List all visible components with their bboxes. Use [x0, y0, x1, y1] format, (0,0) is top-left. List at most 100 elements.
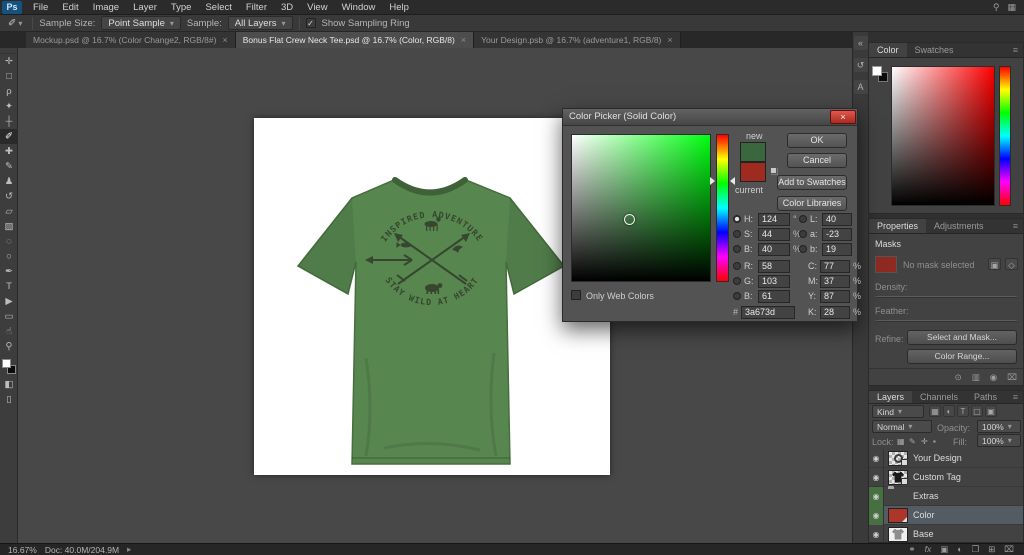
h-radio[interactable]: [733, 215, 741, 223]
color-field[interactable]: [571, 134, 711, 282]
color-field-cursor[interactable]: [624, 214, 635, 225]
add-vector-mask-icon[interactable]: ◇: [1005, 258, 1018, 270]
k-input[interactable]: [820, 305, 850, 319]
quick-selection-tool[interactable]: ✦: [0, 99, 18, 114]
lasso-tool[interactable]: ρ: [0, 84, 18, 99]
a-input[interactable]: [822, 227, 852, 241]
b-radio[interactable]: [733, 245, 741, 253]
h-input[interactable]: [758, 212, 790, 226]
layer-filter-kind-dropdown[interactable]: Kind ▾: [872, 405, 924, 418]
eraser-tool[interactable]: ▱: [0, 204, 18, 219]
blend-mode-dropdown[interactable]: Normal ▾: [872, 420, 932, 433]
panel-menu-icon[interactable]: ≡: [1013, 391, 1023, 403]
menu-file[interactable]: File: [26, 0, 55, 15]
menu-help[interactable]: Help: [382, 0, 416, 15]
workspace-icon[interactable]: ▦: [1007, 2, 1016, 13]
fill-dropdown[interactable]: 100% ▾: [977, 434, 1021, 447]
new-layer-icon[interactable]: ⊞: [988, 544, 995, 555]
tab-color[interactable]: Color: [869, 43, 907, 57]
type-tool[interactable]: T: [0, 279, 18, 294]
sample-dropdown[interactable]: All Layers ▾: [227, 16, 293, 30]
delete-layer-icon[interactable]: ⌧: [1004, 544, 1014, 555]
l-radio[interactable]: [799, 215, 807, 223]
r-radio[interactable]: [733, 262, 741, 270]
filter-smart-object-icon[interactable]: ▣: [985, 405, 997, 417]
move-tool[interactable]: ✛: [0, 54, 18, 69]
hue-slider[interactable]: [999, 66, 1011, 206]
menu-layer[interactable]: Layer: [126, 0, 164, 15]
layer-thumbnail[interactable]: [888, 526, 908, 542]
hue-slider-right-arrow-icon[interactable]: [730, 177, 735, 185]
layer-thumbnail[interactable]: [888, 469, 908, 485]
mask-delete-icon[interactable]: ⌧: [1007, 372, 1017, 383]
color-range-button[interactable]: Color Range...: [907, 349, 1017, 364]
foreground-color-swatch[interactable]: [2, 359, 11, 368]
web-safe-cube-icon[interactable]: [770, 167, 777, 174]
tab-channels[interactable]: Channels: [912, 391, 966, 403]
layer-row-color[interactable]: ◉ Color: [869, 505, 1023, 525]
show-sampling-ring-checkbox[interactable]: ✓: [305, 18, 316, 28]
close-tab-icon[interactable]: ×: [667, 35, 672, 45]
g-radio[interactable]: [733, 277, 741, 285]
g-input[interactable]: [758, 274, 790, 288]
b-lab-input[interactable]: [822, 242, 852, 256]
clone-stamp-tool[interactable]: ♟: [0, 174, 18, 189]
s-radio[interactable]: [733, 230, 741, 238]
select-and-mask-button[interactable]: Select and Mask...: [907, 330, 1017, 345]
tab-properties[interactable]: Properties: [869, 219, 927, 233]
panel-menu-icon[interactable]: ≡: [1013, 43, 1023, 57]
blur-tool[interactable]: ◌: [0, 234, 18, 249]
fill-layer-thumbnail[interactable]: [888, 507, 908, 523]
adjustment-layer-icon[interactable]: ◐: [957, 544, 962, 555]
search-icon[interactable]: ⚲: [993, 2, 1000, 13]
tab-your-design-psb[interactable]: Your Design.psb @ 16.7% (adventure1, RGB…: [474, 32, 681, 48]
tab-mockup-psd[interactable]: Mockup.psd @ 16.7% (Color Change2, RGB/8…: [26, 32, 236, 48]
lock-position-icon[interactable]: ✛: [921, 437, 928, 446]
rectangular-marquee-tool[interactable]: □: [0, 69, 18, 84]
add-pixel-mask-icon[interactable]: ▣: [988, 258, 1001, 270]
hex-input[interactable]: [741, 305, 796, 319]
density-slider[interactable]: [875, 296, 1017, 298]
mask-apply-icon[interactable]: ▥: [972, 372, 980, 383]
menu-image[interactable]: Image: [86, 0, 126, 15]
filter-type-layers-icon[interactable]: T: [957, 405, 969, 417]
b-lab-radio[interactable]: [799, 245, 807, 253]
history-brush-tool[interactable]: ↺: [0, 189, 18, 204]
layer-visibility-toggle[interactable]: ◉: [869, 486, 884, 506]
status-menu-arrow-icon[interactable]: ▸: [127, 544, 131, 555]
lock-transparency-icon[interactable]: ▦: [897, 437, 905, 446]
mask-toggle-icon[interactable]: ◉: [990, 372, 997, 383]
pen-tool[interactable]: ✒: [0, 264, 18, 279]
r-input[interactable]: [758, 259, 790, 273]
zoom-tool[interactable]: ⚲: [0, 339, 18, 354]
add-to-swatches-button[interactable]: Add to Swatches: [777, 175, 847, 190]
menu-edit[interactable]: Edit: [55, 0, 85, 15]
crop-tool[interactable]: ┼: [0, 114, 18, 129]
tab-paths[interactable]: Paths: [966, 391, 1005, 403]
quick-mask-button[interactable]: ◧: [0, 377, 18, 392]
close-tab-icon[interactable]: ×: [461, 35, 466, 45]
y-input[interactable]: [820, 289, 850, 303]
brush-tool[interactable]: ✎: [0, 159, 18, 174]
hue-slider[interactable]: [716, 134, 729, 282]
only-web-colors-checkbox[interactable]: [571, 290, 581, 300]
menu-window[interactable]: Window: [335, 0, 383, 15]
layer-visibility-toggle[interactable]: ◉: [869, 524, 884, 544]
layer-group-thumbnail[interactable]: [888, 489, 908, 504]
spot-healing-brush-tool[interactable]: ✚: [0, 144, 18, 159]
zoom-level-input[interactable]: 16.67%: [8, 545, 37, 555]
b2-radio[interactable]: [733, 292, 741, 300]
s-input[interactable]: [758, 227, 790, 241]
tab-layers[interactable]: Layers: [869, 391, 913, 403]
new-group-icon[interactable]: ❐: [971, 544, 979, 555]
opacity-dropdown[interactable]: 100% ▾: [977, 420, 1021, 433]
layer-row-extras[interactable]: ◉ Extras: [869, 486, 1023, 506]
b-input[interactable]: [758, 242, 790, 256]
feather-slider[interactable]: [875, 320, 1017, 322]
menu-view[interactable]: View: [300, 0, 334, 15]
saturation-brightness-field[interactable]: [891, 66, 995, 206]
mask-load-selection-icon[interactable]: ⊙: [955, 372, 962, 383]
close-dialog-button[interactable]: ×: [830, 110, 856, 124]
menu-3d[interactable]: 3D: [274, 0, 300, 15]
tab-swatches[interactable]: Swatches: [907, 43, 962, 57]
